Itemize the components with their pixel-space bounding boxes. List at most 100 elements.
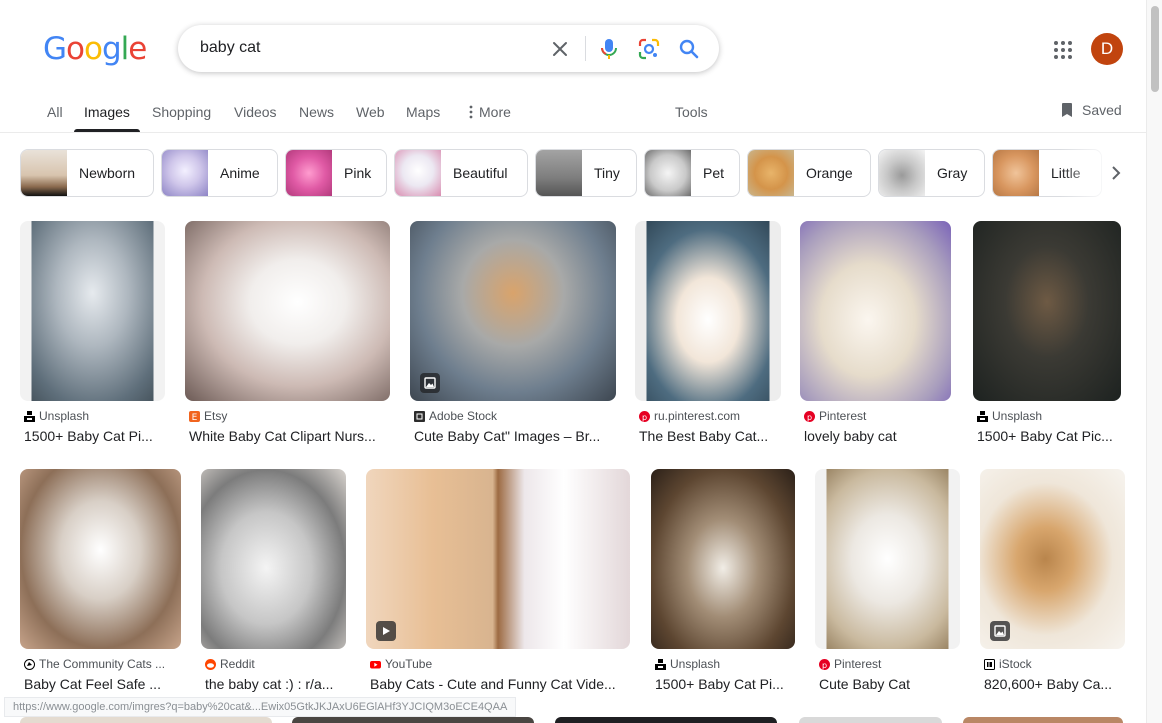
chevron-right-icon[interactable] xyxy=(1106,161,1126,185)
chip-thumbnail xyxy=(286,150,332,196)
result-source[interactable]: Unsplash xyxy=(655,657,720,671)
unsplash-icon xyxy=(655,658,666,670)
tab-shopping[interactable]: Shopping xyxy=(152,104,211,120)
result-thumbnail[interactable] xyxy=(651,469,795,649)
chip-label: Orange xyxy=(806,165,853,181)
search-input[interactable]: baby cat xyxy=(200,39,260,57)
chip-label: Beautiful xyxy=(453,165,508,181)
chip-pet[interactable]: Pet xyxy=(644,149,740,197)
result-source[interactable]: iStock xyxy=(984,657,1032,671)
result-source[interactable]: E Etsy xyxy=(189,409,227,423)
search-icon[interactable] xyxy=(677,37,701,61)
result-thumbnail[interactable] xyxy=(20,221,165,401)
tab-maps[interactable]: Maps xyxy=(406,104,440,120)
apps-grid-icon[interactable] xyxy=(1052,39,1074,61)
result-title[interactable]: The Best Baby Cat... xyxy=(639,428,785,444)
result-title[interactable]: White Baby Cat Clipart Nurs... xyxy=(189,428,394,444)
tab-more-label: More xyxy=(479,104,511,120)
chip-anime[interactable]: Anime xyxy=(161,149,278,197)
saved-button[interactable]: Saved xyxy=(1060,102,1122,118)
image-result[interactable]: Reddit the baby cat :) : r/a... xyxy=(201,469,346,694)
active-tab-indicator xyxy=(74,129,140,132)
result-source-name: Unsplash xyxy=(992,409,1043,423)
chip-tiny[interactable]: Tiny xyxy=(535,149,637,197)
result-source[interactable]: p ru.pinterest.com xyxy=(639,409,740,423)
result-thumbnail[interactable] xyxy=(635,221,781,401)
result-title[interactable]: 820,600+ Baby Ca... xyxy=(984,676,1124,692)
tab-more[interactable]: More xyxy=(469,104,511,120)
result-thumbnail[interactable] xyxy=(815,469,960,649)
result-source[interactable]: p Pinterest xyxy=(819,657,881,671)
result-title[interactable]: the baby cat :) : r/a... xyxy=(205,676,350,692)
logo-letter: l xyxy=(120,31,130,67)
chip-thumbnail xyxy=(645,150,691,196)
chip-label: Tiny xyxy=(594,165,620,181)
close-icon[interactable] xyxy=(548,37,572,61)
image-result[interactable]: YouTube Baby Cats - Cute and Funny Cat V… xyxy=(366,469,630,694)
chip-orange[interactable]: Orange xyxy=(747,149,871,197)
pinterest-icon: p xyxy=(819,658,830,670)
result-title[interactable]: Baby Cat Feel Safe ... xyxy=(24,676,185,692)
result-source[interactable]: Unsplash xyxy=(24,409,89,423)
image-result[interactable] xyxy=(555,717,777,723)
result-title[interactable]: 1500+ Baby Cat Pi... xyxy=(655,676,799,692)
image-result[interactable]: Unsplash 1500+ Baby Cat Pi... xyxy=(651,469,795,694)
result-title[interactable]: Baby Cats - Cute and Funny Cat Vide... xyxy=(370,676,634,692)
tab-all[interactable]: All xyxy=(47,104,63,120)
result-thumbnail[interactable] xyxy=(366,469,630,649)
result-thumbnail[interactable] xyxy=(410,221,616,401)
image-result[interactable]: iStock 820,600+ Baby Ca... xyxy=(980,469,1125,694)
result-thumbnail[interactable] xyxy=(800,221,951,401)
search-tabs: All Images Shopping Videos News Web Maps… xyxy=(0,95,1146,133)
svg-text:E: E xyxy=(192,413,198,422)
result-title[interactable]: Cute Baby Cat xyxy=(819,676,964,692)
image-result[interactable]: p Pinterest lovely baby cat xyxy=(800,221,951,446)
image-result[interactable]: p ru.pinterest.com The Best Baby Cat... xyxy=(635,221,781,446)
result-title[interactable]: 1500+ Baby Cat Pic... xyxy=(977,428,1125,444)
result-thumbnail[interactable] xyxy=(201,469,346,649)
image-result[interactable]: Adobe Stock Cute Baby Cat" Images – Br..… xyxy=(410,221,616,446)
image-result[interactable] xyxy=(20,717,272,723)
image-result[interactable] xyxy=(292,717,534,723)
result-thumbnail[interactable] xyxy=(20,469,181,649)
image-result[interactable]: Unsplash 1500+ Baby Cat Pi... xyxy=(20,221,165,446)
chip-thumbnail xyxy=(162,150,208,196)
mic-icon[interactable] xyxy=(597,37,621,61)
image-result[interactable]: Unsplash 1500+ Baby Cat Pic... xyxy=(973,221,1121,446)
result-thumbnail[interactable] xyxy=(185,221,390,401)
result-source[interactable]: YouTube xyxy=(370,657,432,671)
vertical-scrollbar[interactable] xyxy=(1146,0,1162,723)
result-source[interactable]: p Pinterest xyxy=(804,409,866,423)
chip-newborn[interactable]: Newborn xyxy=(20,149,154,197)
result-title[interactable]: lovely baby cat xyxy=(804,428,955,444)
lens-icon[interactable] xyxy=(637,37,661,61)
tab-images[interactable]: Images xyxy=(84,104,130,120)
result-source[interactable]: Reddit xyxy=(205,657,255,671)
play-icon[interactable] xyxy=(376,621,396,641)
chip-pink[interactable]: Pink xyxy=(285,149,387,197)
image-result[interactable]: p Pinterest Cute Baby Cat xyxy=(815,469,960,694)
search-box[interactable]: baby cat xyxy=(178,25,719,72)
tab-news[interactable]: News xyxy=(299,104,334,120)
result-title[interactable]: 1500+ Baby Cat Pi... xyxy=(24,428,169,444)
result-thumbnail[interactable] xyxy=(973,221,1121,401)
result-source[interactable]: Unsplash xyxy=(977,409,1042,423)
image-result[interactable] xyxy=(799,717,942,723)
result-source[interactable]: The Community Cats ... xyxy=(24,657,165,671)
scrollbar-thumb[interactable] xyxy=(1151,6,1159,92)
result-source-name: Unsplash xyxy=(670,657,721,671)
tools-button[interactable]: Tools xyxy=(675,104,708,120)
image-result[interactable]: E Etsy White Baby Cat Clipart Nurs... xyxy=(185,221,390,446)
tab-videos[interactable]: Videos xyxy=(234,104,277,120)
result-title[interactable]: Cute Baby Cat" Images – Br... xyxy=(414,428,620,444)
result-source[interactable]: Adobe Stock xyxy=(414,409,497,423)
image-result[interactable]: The Community Cats ... Baby Cat Feel Saf… xyxy=(20,469,181,694)
image-result[interactable] xyxy=(963,717,1123,723)
chip-gray[interactable]: Gray xyxy=(878,149,985,197)
community-cats-icon xyxy=(24,658,35,670)
unsplash-icon xyxy=(24,410,35,422)
tab-web[interactable]: Web xyxy=(356,104,385,120)
avatar[interactable]: D xyxy=(1091,33,1123,65)
google-logo[interactable]: Google xyxy=(43,31,147,67)
chip-beautiful[interactable]: Beautiful xyxy=(394,149,528,197)
